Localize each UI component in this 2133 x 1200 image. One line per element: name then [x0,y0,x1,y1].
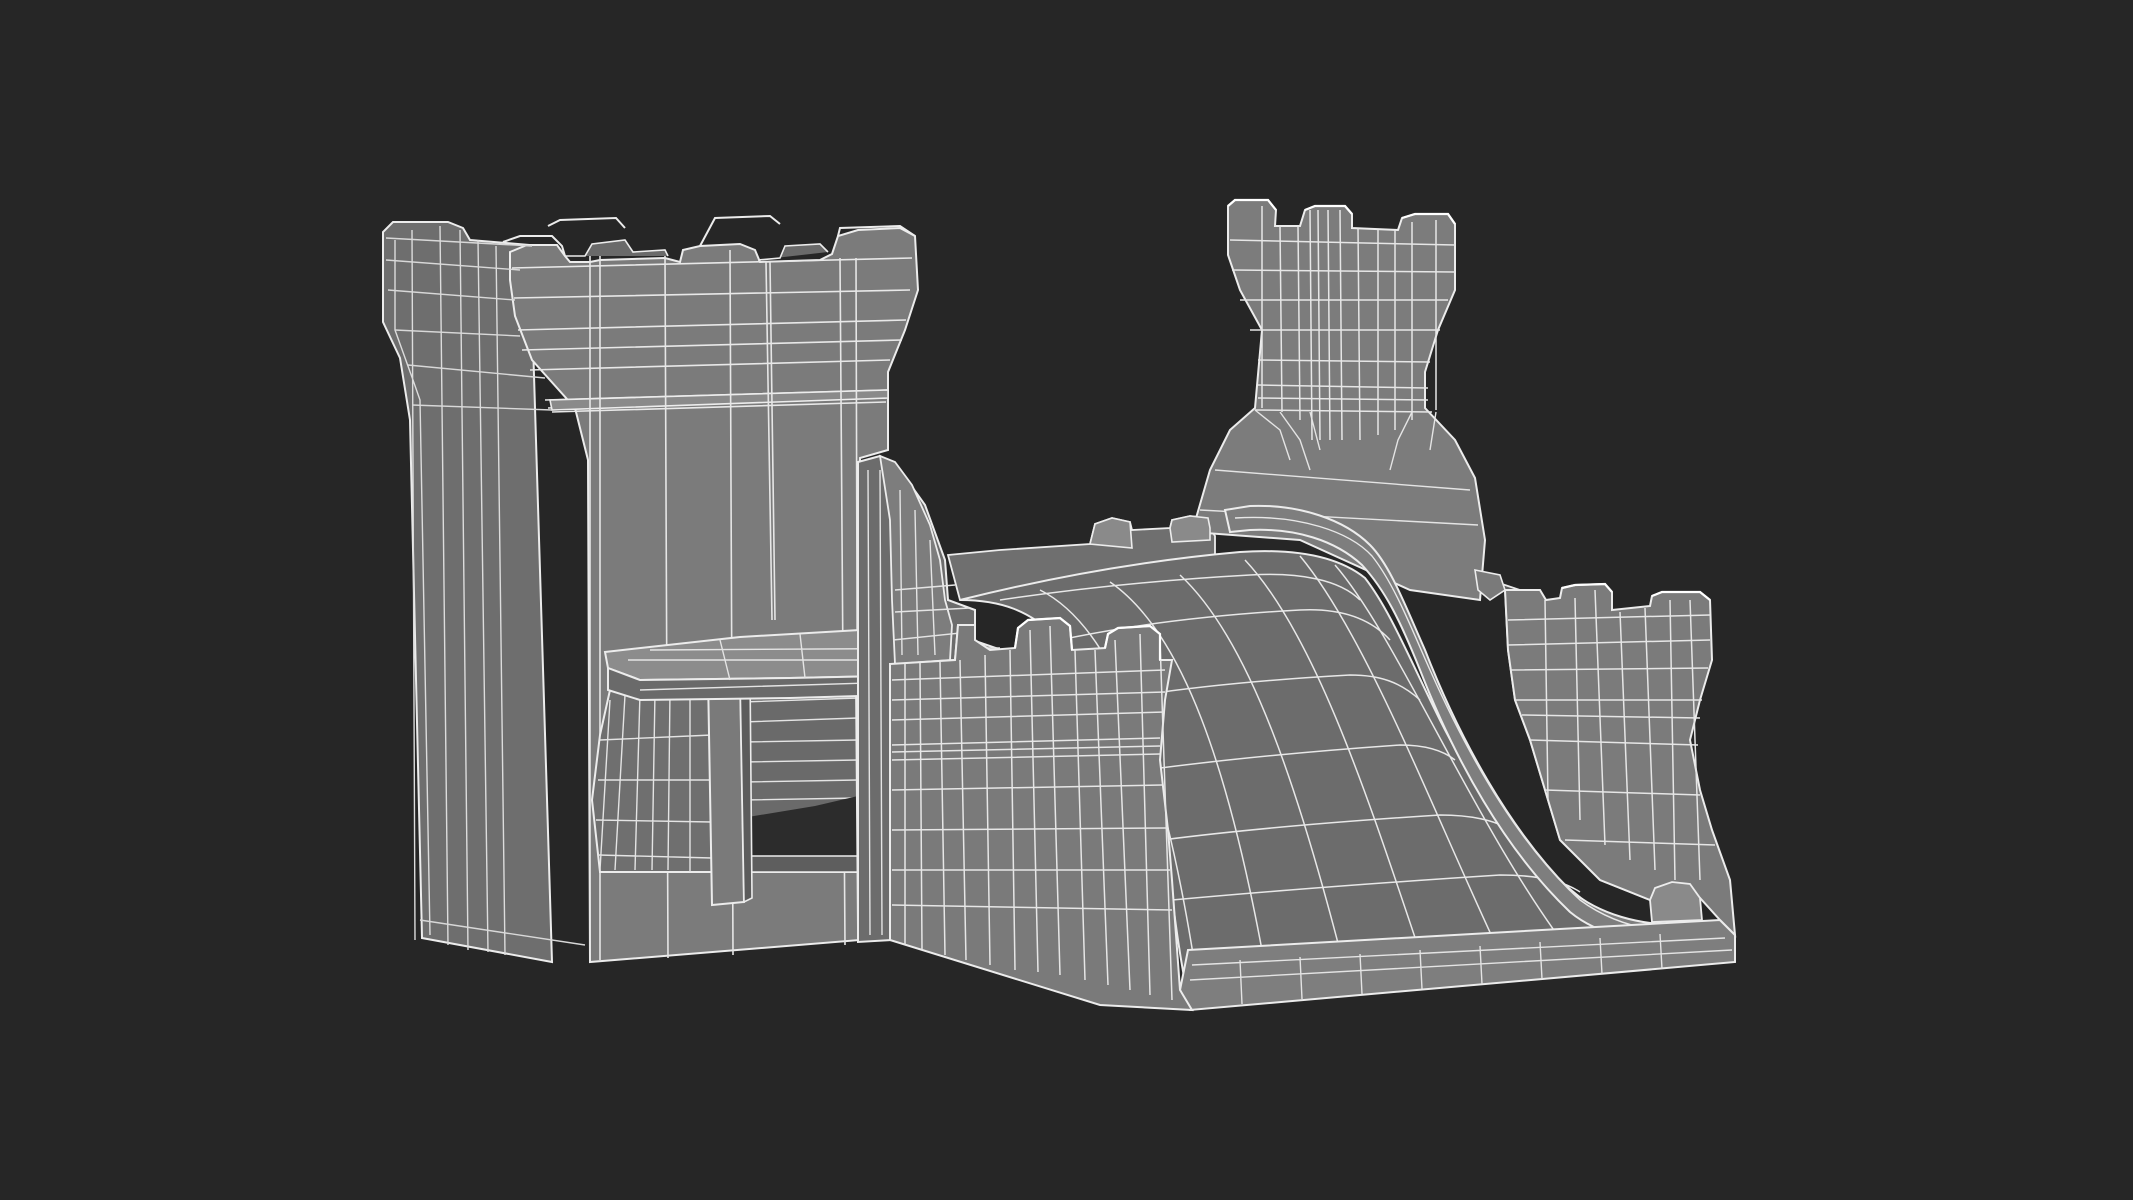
platform-opening-floor [741,855,859,873]
platform-leg-left [706,675,746,907]
front-wall-face [889,616,1194,1012]
front-battlement-wall [889,616,1194,1012]
back-right-step [1169,515,1211,543]
viewport [0,0,2133,1200]
wireframe-render [0,0,2133,1200]
